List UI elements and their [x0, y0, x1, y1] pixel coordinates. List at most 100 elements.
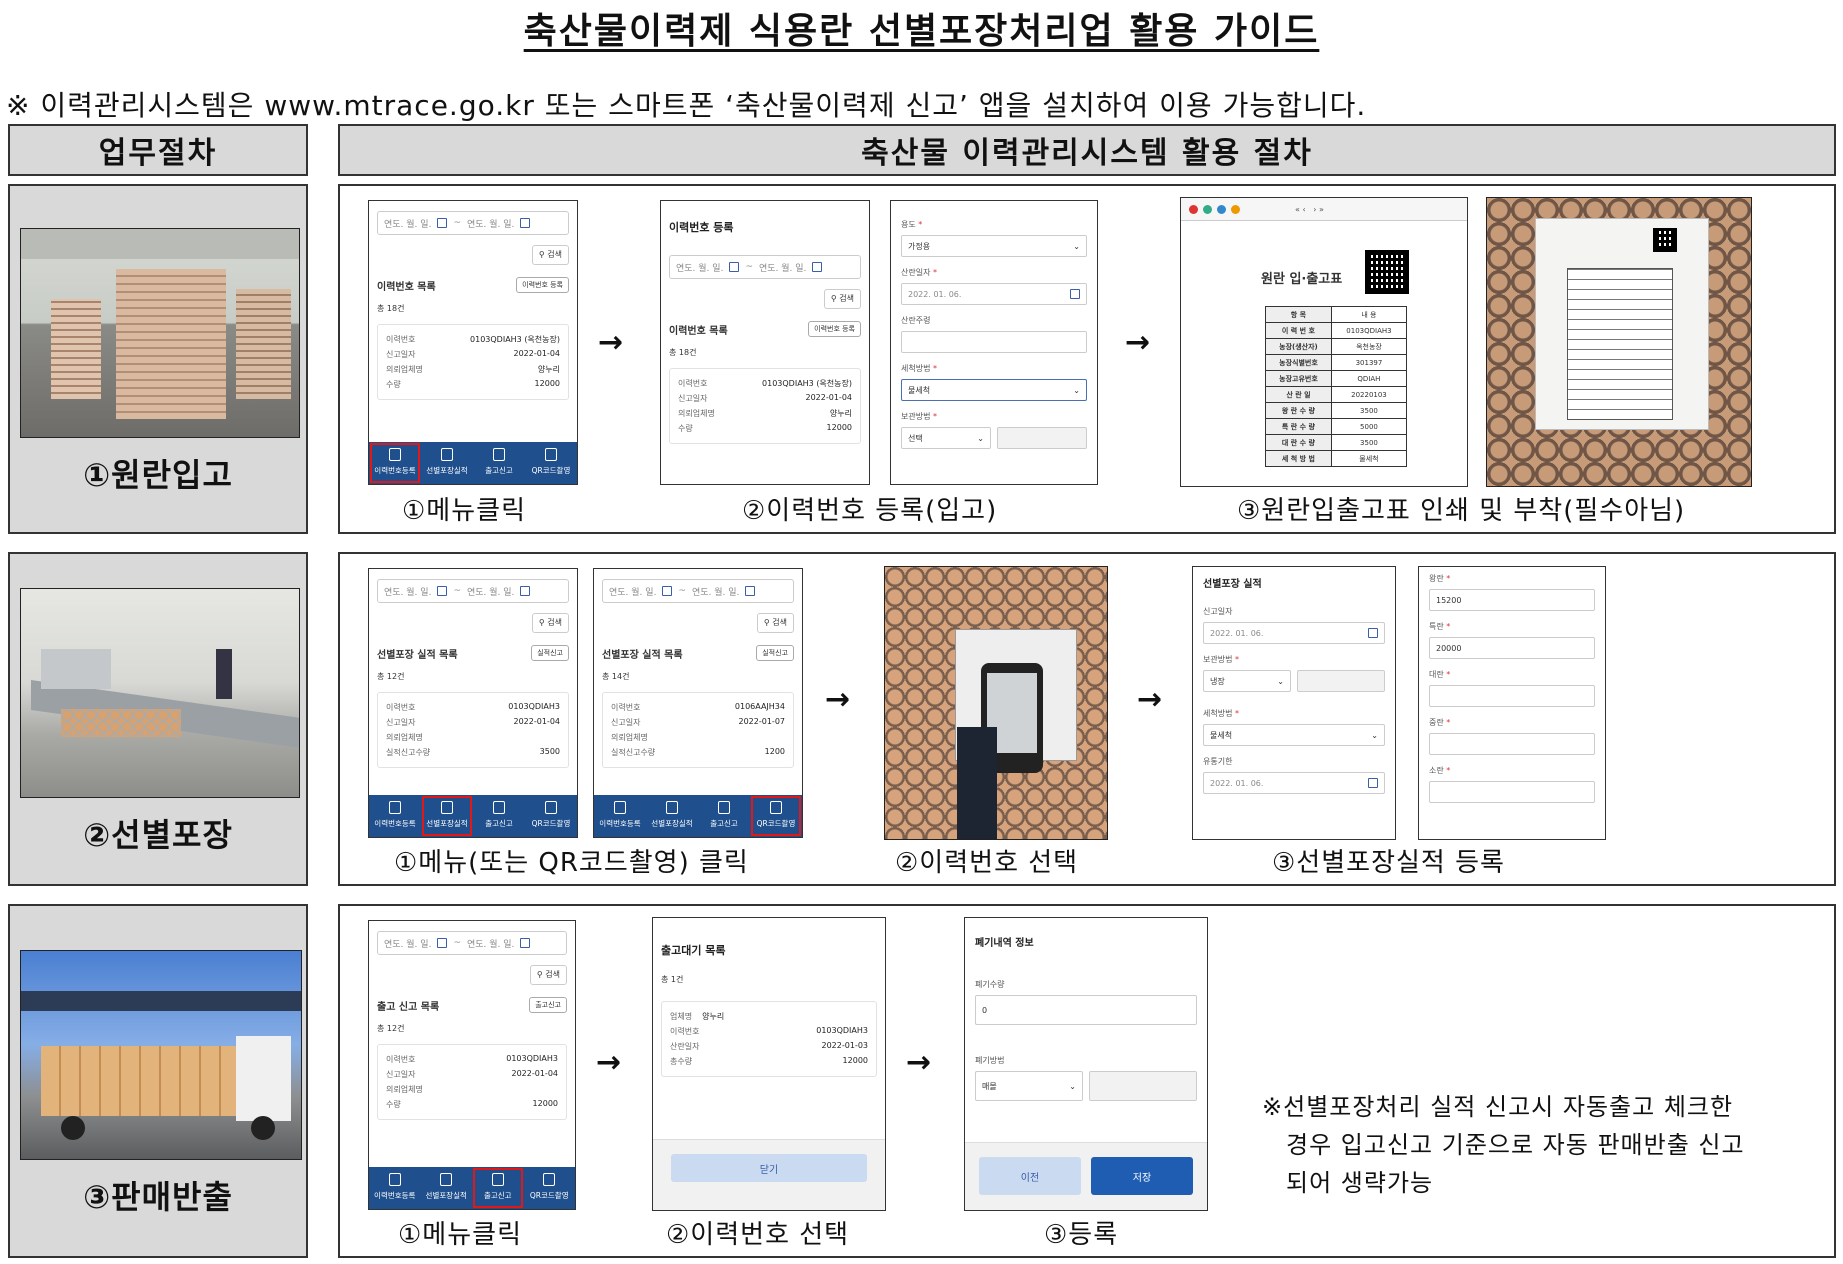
stage1-menu-screen: 연도. 월. 일. ~ 연도. 월. 일. ⚲ 검색 이력번호 목록 이력번호 등록 … [368, 200, 578, 485]
table-row: 농장고유번호 QDIAH [1265, 370, 1408, 387]
list-item[interactable]: 이력번호 0106AAJH34 신고일자 2022-01-07 의뢰업체명 실적신고… [602, 692, 794, 768]
note-line: 되어 생략가능 [1286, 1169, 1434, 1197]
slip-print-preview: « ‹ › » 원란 입·출고표 항 목내 용 이 력 번 호 0103QDIAH… [1180, 197, 1468, 487]
search-button[interactable]: ⚲ 검색 [756, 613, 794, 633]
calendar-icon [1070, 289, 1080, 299]
page-title: 축산물이력제 식용란 선별포장처리업 활용 가이드 [523, 11, 1320, 52]
store-extra-field[interactable] [997, 427, 1087, 449]
nav-trace-register[interactable]: 이력번호등록 [369, 795, 421, 837]
calendar-icon [745, 586, 756, 596]
trace-register-screen: 이력번호 등록 연도. 월. 일. ~ 연도. 월. 일. ⚲ 검색 이력번호 목록… [660, 200, 870, 485]
prev-button[interactable]: 이전 [979, 1157, 1081, 1195]
nav-trace-register[interactable]: 이력번호등록 [369, 1167, 421, 1209]
close-button[interactable]: 닫기 [671, 1154, 867, 1182]
calendar-icon [520, 586, 531, 596]
table-row: 이 력 번 호 0103QDIAH3 [1265, 322, 1408, 339]
arrow: → [1137, 682, 1163, 717]
trace-register-form: 용도 * 가정용 ⌄ 산란일자 * 2022. 01. 06. 산란주령 세척방법… [890, 200, 1098, 485]
shipping-truck-photo [20, 950, 302, 1160]
nav-shipping[interactable]: 출고신고 [472, 1167, 524, 1209]
nav-sorting-result[interactable]: 선별포장실적 [421, 795, 473, 837]
list-item[interactable]: 이력번호 0103QDIAH3 (옥천농장) 신고일자 2022-01-04 의뢰업… [377, 324, 569, 400]
nav-sorting-result[interactable]: 선별포장실적 [646, 795, 698, 837]
store-select[interactable]: 선택 ⌄ [901, 427, 991, 449]
lay-date-field[interactable]: 2022. 01. 06. [901, 283, 1087, 305]
search-button[interactable]: ⚲ 검색 [823, 289, 861, 309]
nav-trace-register[interactable]: 이력번호등록 [594, 795, 646, 837]
total-count: 총 12건 [377, 672, 405, 681]
ship-report-button[interactable]: 출고신고 [529, 997, 567, 1013]
sorting-list-screen-qr: 연도. 월. 일. ~ 연도. 월. 일. ⚲ 검색 선별포장 실적 목록 실적신고 … [593, 568, 803, 838]
register-button[interactable]: 이력번호 등록 [808, 321, 861, 337]
list-item[interactable]: 이력번호 0103QDIAH3 (옥천농장) 신고일자 2022-01-04 의뢰업… [669, 368, 861, 444]
grade-field[interactable]: 15200 [1429, 589, 1595, 611]
date-range[interactable]: 연도. 월. 일. ~ 연도. 월. 일. [669, 255, 861, 279]
expiry-field[interactable]: 2022. 01. 06. [1203, 772, 1385, 794]
date-range[interactable]: 연도. 월. 일. ~ 연도. 월. 일. [602, 579, 794, 603]
nav-shipping[interactable]: 출고신고 [473, 442, 525, 484]
table-row: 산 란 일 20220103 [1265, 386, 1408, 403]
bottom-nav: 이력번호등록 선별포장실적 출고신고 QR코드촬영 [594, 795, 802, 837]
discard-method-select[interactable]: 매몰 ⌄ [975, 1071, 1083, 1101]
store-extra-field[interactable] [1297, 670, 1385, 692]
save-icon[interactable] [1203, 204, 1212, 214]
nav-qr-scan[interactable]: QR코드촬영 [525, 795, 577, 837]
export-icon[interactable] [1217, 204, 1226, 214]
list-item[interactable]: 이력번호 0103QDIAH3 신고일자 2022-01-04 의뢰업체명 실적신고… [377, 692, 569, 768]
calendar-icon [662, 586, 673, 596]
wash-select[interactable]: 물세척 ⌄ [1203, 724, 1385, 746]
date-range[interactable]: 연도. 월. 일. ~ 연도. 월. 일. [377, 931, 567, 955]
search-button[interactable]: ⚲ 검색 [531, 613, 569, 633]
wash-label: 세척방법 * [1203, 709, 1239, 718]
stage1-caption-1: ①메뉴클릭 [402, 496, 526, 526]
grade-field[interactable] [1429, 733, 1595, 755]
store-select[interactable]: 냉장 ⌄ [1203, 670, 1291, 692]
week-field[interactable] [901, 331, 1087, 353]
list-item[interactable]: 업체명 양누리 이력번호 0103QDIAH3 산란일자 2022-01-03 총수량… [661, 1001, 877, 1077]
nav-sorting-result[interactable]: 선별포장실적 [421, 1167, 473, 1209]
grade-field[interactable] [1429, 685, 1595, 707]
nav-qr-scan[interactable]: QR코드촬영 [525, 442, 577, 484]
stage3-label: ③판매반출 [83, 1178, 233, 1216]
register-button[interactable]: 이력번호 등록 [516, 277, 569, 293]
nav-qr-scan[interactable]: QR코드촬영 [750, 795, 802, 837]
qr-code [1365, 250, 1409, 294]
grade-field[interactable]: 20000 [1429, 637, 1595, 659]
week-label: 산란주령 [901, 316, 931, 325]
wash-label: 세척방법 * [901, 364, 937, 373]
list-item[interactable]: 이력번호 0103QDIAH3 신고일자 2022-01-04 의뢰업체명 수량 12… [377, 1044, 567, 1120]
nav-qr-scan[interactable]: QR코드촬영 [524, 1167, 576, 1209]
nav-shipping[interactable]: 출고신고 [698, 795, 750, 837]
total-count: 총 14건 [602, 672, 630, 681]
nav-sorting-result[interactable]: 선별포장실적 [421, 442, 473, 484]
grade-label: 중란 * [1429, 718, 1451, 727]
report-button[interactable]: 실적신고 [756, 645, 794, 661]
page-nav-icon[interactable]: « ‹ › » [1295, 205, 1324, 214]
bottom-nav: 이력번호등록 선별포장실적 출고신고 QR코드촬영 [369, 442, 577, 484]
bottom-nav: 이력번호등록 선별포장실적 출고신고 QR코드촬영 [369, 795, 577, 837]
report-date-field[interactable]: 2022. 01. 06. [1203, 622, 1385, 644]
total-count: 총 18건 [669, 348, 697, 357]
discard-qty-field[interactable]: 0 [975, 995, 1197, 1025]
stage1-caption-2: ②이력번호 등록(입고) [742, 496, 998, 526]
arrow: → [598, 325, 624, 360]
header-system-procedure: 축산물 이력관리시스템 활용 절차 [338, 124, 1836, 176]
wash-select[interactable]: 물세척 ⌄ [901, 379, 1087, 401]
discard-extra-field[interactable] [1089, 1071, 1197, 1101]
print-icon[interactable] [1189, 204, 1198, 214]
purpose-select[interactable]: 가정용 ⌄ [901, 235, 1087, 257]
chevron-down-icon: ⌄ [1073, 241, 1080, 251]
screen-title: 이력번호 등록 [669, 221, 734, 234]
lay-date-label: 산란일자 * [901, 268, 937, 277]
zoom-icon[interactable] [1231, 204, 1240, 214]
date-range[interactable]: 연도. 월. 일. ~ 연도. 월. 일. [377, 579, 569, 603]
save-button[interactable]: 저장 [1091, 1157, 1193, 1195]
search-button[interactable]: ⚲ 검색 [529, 965, 567, 985]
search-button[interactable]: ⚲ 검색 [531, 245, 569, 265]
date-range[interactable]: 연도. 월. 일. ~ 연도. 월. 일. [377, 211, 569, 235]
nav-trace-register[interactable]: 이력번호등록 [369, 442, 421, 484]
nav-shipping[interactable]: 출고신고 [473, 795, 525, 837]
report-button[interactable]: 실적신고 [531, 645, 569, 661]
grade-field[interactable] [1429, 781, 1595, 803]
form-title: 선별포장 실적 [1203, 579, 1262, 590]
